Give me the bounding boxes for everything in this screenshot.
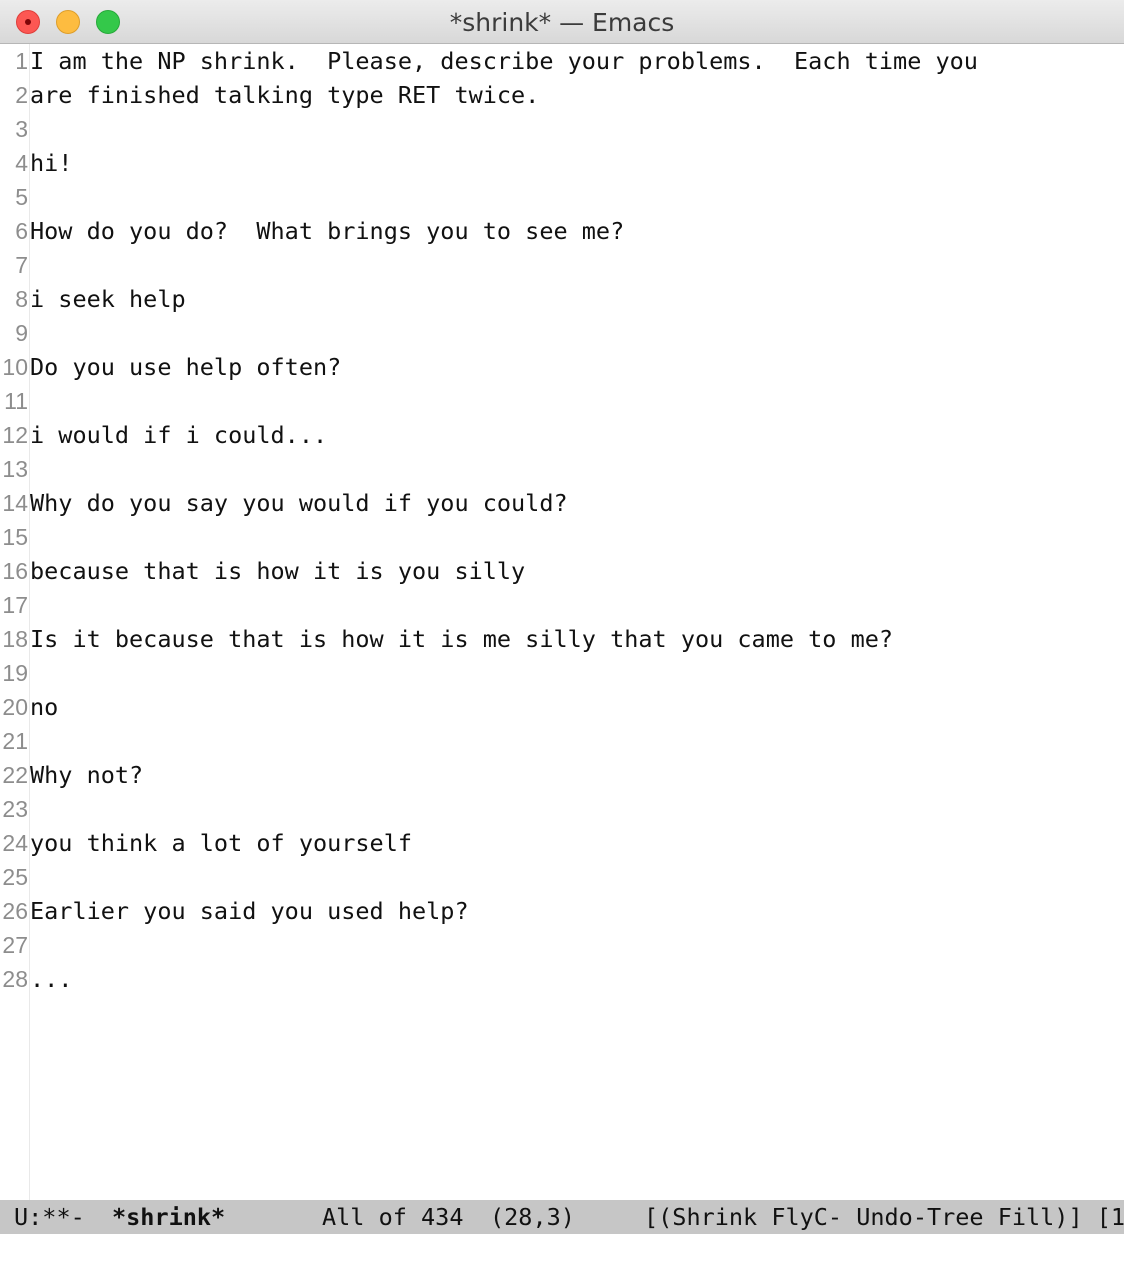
line-number: 28 (2, 966, 28, 992)
line-text[interactable]: I am the NP shrink. Please, describe you… (30, 44, 978, 78)
line-number: 2 (15, 82, 28, 108)
modeline-cursor: (28,3) (490, 1203, 575, 1231)
line-number: 7 (15, 252, 28, 278)
line-text[interactable]: How do you do? What brings you to see me… (30, 214, 624, 248)
line-number: 25 (2, 864, 28, 890)
modeline-position: All of 434 (322, 1203, 464, 1231)
line-text[interactable]: no (30, 690, 58, 724)
line-number: 6 (15, 218, 28, 244)
line-text[interactable]: Why not? (30, 758, 143, 792)
line-number: 15 (2, 524, 28, 550)
line-number: 22 (2, 762, 28, 788)
line-number: 12 (2, 422, 28, 448)
line-text[interactable]: i seek help (30, 282, 186, 316)
line-text[interactable]: hi! (30, 146, 72, 180)
line-number: 3 (15, 116, 28, 142)
modeline-modes[interactable]: [(Shrink FlyC- Undo-Tree Fill)] [10 (644, 1200, 1124, 1234)
line-text[interactable]: you think a lot of yourself (30, 826, 412, 860)
line-number: 5 (15, 184, 28, 210)
window-title: *shrink* — Emacs (449, 8, 675, 37)
line-number: 14 (2, 490, 28, 516)
line-number: 26 (2, 898, 28, 924)
title-bar: *shrink* — Emacs (0, 0, 1124, 44)
line-number: 11 (4, 388, 28, 414)
buffer-area[interactable]: 1I am the NP shrink. Please, describe yo… (0, 44, 1124, 1200)
modeline-status: U:**- (14, 1203, 85, 1231)
line-number: 19 (2, 660, 28, 686)
line-number: 1 (15, 48, 28, 74)
line-number: 24 (2, 830, 28, 856)
line-number: 10 (2, 354, 28, 380)
line-text[interactable]: Earlier you said you used help? (30, 894, 469, 928)
line-number: 21 (2, 728, 28, 754)
line-number: 13 (2, 456, 28, 482)
line-text[interactable]: Do you use help often? (30, 350, 341, 384)
line-number: 8 (15, 286, 28, 312)
line-text[interactable]: i would if i could... (30, 418, 327, 452)
line-text[interactable]: are finished talking type RET twice. (30, 78, 539, 112)
line-text[interactable]: Why do you say you would if you could? (30, 486, 568, 520)
line-number: 17 (2, 592, 28, 618)
line-text[interactable]: ... (30, 962, 72, 996)
line-number: 9 (15, 320, 28, 346)
line-number: 23 (2, 796, 28, 822)
line-number: 27 (2, 932, 28, 958)
minibuffer[interactable] (0, 1234, 1124, 1268)
modeline-buffer-name[interactable]: *shrink* (112, 1200, 225, 1234)
line-number: 4 (15, 150, 28, 176)
mode-line: U:**- *shrink* All of 434 (28,3) [(Shrin… (0, 1200, 1124, 1234)
line-text[interactable]: because that is how it is you silly (30, 554, 525, 588)
line-text[interactable]: Is it because that is how it is me silly… (30, 622, 893, 656)
line-number: 20 (2, 694, 28, 720)
line-number: 18 (2, 626, 28, 652)
line-number: 16 (2, 558, 28, 584)
